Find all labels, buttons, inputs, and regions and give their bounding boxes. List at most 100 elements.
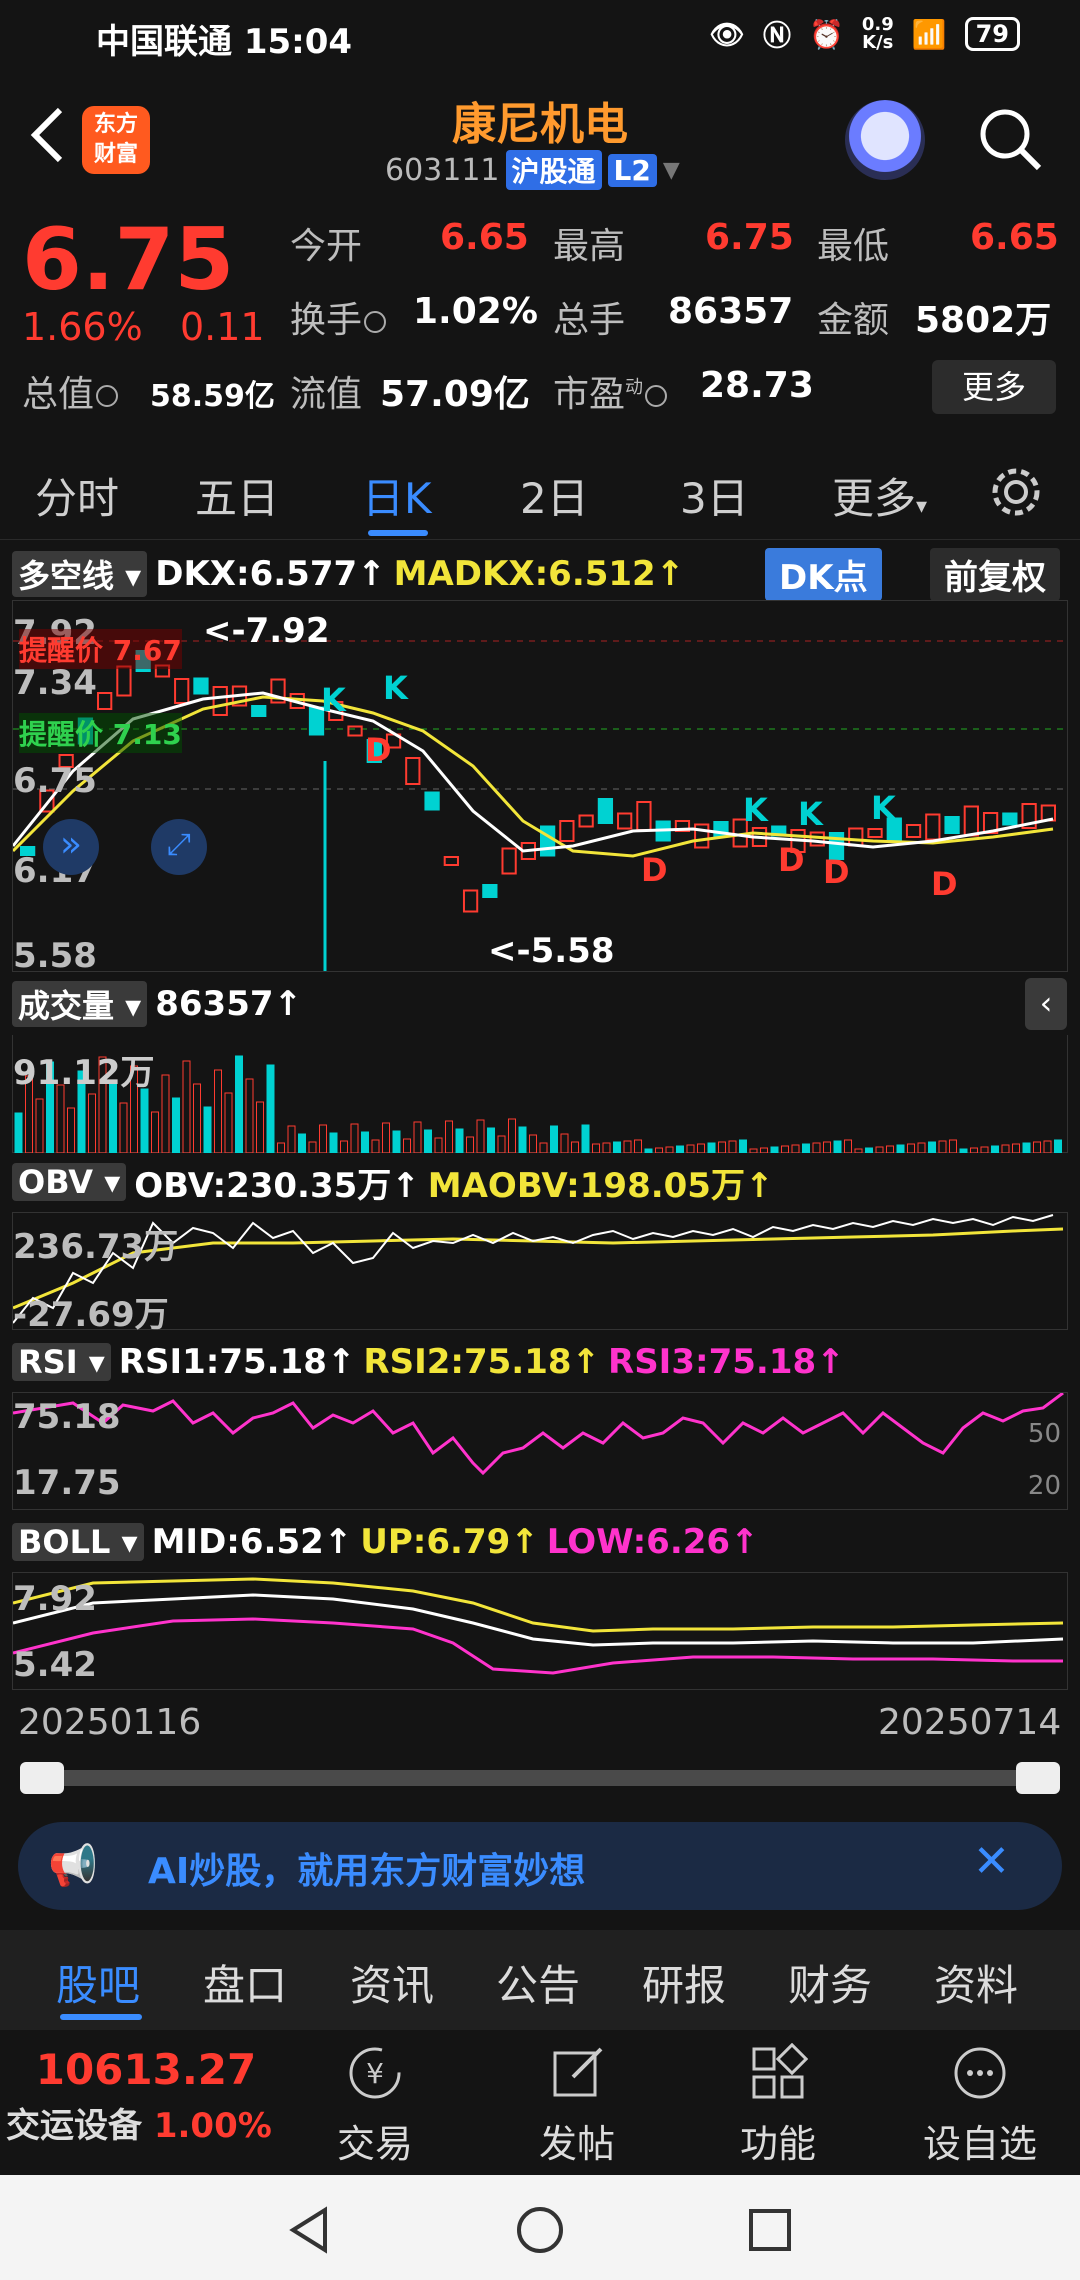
info-icon[interactable] <box>96 385 119 407</box>
tab-profile[interactable]: 资料 <box>934 1952 1018 2013</box>
tab-more[interactable]: 更多▾ <box>832 465 927 526</box>
range-handle-left[interactable] <box>20 1762 64 1794</box>
obv-indicator-select[interactable]: OBV ▾ <box>12 1163 127 1201</box>
madkx-value: MADKX:6.512↑ <box>393 554 685 594</box>
volume-bar <box>413 1121 422 1154</box>
boll-y-bottom: 5.42 <box>13 1645 97 1685</box>
alert-price-red[interactable]: 提醒价 7.67 <box>19 629 182 669</box>
range-scrollbar[interactable] <box>20 1770 1060 1786</box>
candlestick <box>540 825 556 857</box>
assistant-robot-icon[interactable] <box>845 100 925 180</box>
tab-daily-k[interactable]: 日K <box>362 465 432 526</box>
k-marker: K <box>321 681 346 719</box>
d-marker: D <box>641 851 668 889</box>
stock-code-row[interactable]: 603111 沪股通 L2 ▼ <box>385 150 680 190</box>
volume-bar <box>886 1145 894 1154</box>
expand-icon[interactable]: ⤢ <box>151 819 207 875</box>
tab-pankou[interactable]: 盘口 <box>203 1952 287 2013</box>
obv-chart[interactable]: 236.73万 -27.69万 <box>12 1212 1068 1335</box>
y-tick-558: 5.58 <box>13 936 97 976</box>
volume-bar <box>14 1112 23 1154</box>
volume-bar <box>844 1139 852 1154</box>
volume-bar <box>560 1133 569 1154</box>
gear-icon[interactable] <box>988 464 1044 520</box>
candlestick <box>944 816 960 834</box>
rsi-chart[interactable]: 75.18 17.75 50 20 <box>12 1391 1068 1510</box>
volume-bar <box>613 1141 621 1154</box>
volume-bar <box>140 1088 149 1154</box>
tab-three-day[interactable]: 3日 <box>680 465 749 526</box>
candlestick <box>905 824 922 838</box>
boll-indicator-select[interactable]: BOLL ▾ <box>12 1523 144 1561</box>
adjust-button[interactable]: 前复权 <box>930 548 1060 601</box>
more-dots-icon <box>954 2047 1006 2099</box>
dk-point-button[interactable]: DK点 <box>765 548 882 601</box>
volume-bar <box>88 1093 96 1154</box>
obv-indicator-row: OBV ▾ OBV:230.35万↑ MAOBV:198.05万↑ <box>12 1158 773 1206</box>
volume-bar <box>665 1146 674 1154</box>
info-tabs: 股吧 盘口 资讯 公告 研报 财务 资料 <box>0 1930 1080 2030</box>
mktcap-label: 总值 <box>22 365 120 417</box>
kline-chart[interactable]: 7.92 7.34 6.75 6.17 5.58 提醒价 7.67 提醒价 7.… <box>12 600 1069 976</box>
collapse-icon[interactable]: ‹ <box>1025 978 1067 1030</box>
volume-bar <box>938 1140 947 1154</box>
volume-bar <box>403 1138 411 1154</box>
volume-bar <box>917 1142 926 1154</box>
candlestick <box>405 757 421 785</box>
volume-bar <box>245 1078 254 1154</box>
volume-bar <box>35 1098 44 1154</box>
info-icon[interactable] <box>645 385 668 407</box>
pe-label: 市盈动 <box>553 365 669 417</box>
add-watchlist-button[interactable]: 设自选 <box>910 2043 1050 2168</box>
volume-bar <box>812 1142 821 1154</box>
tab-announcements[interactable]: 公告 <box>496 1952 580 2013</box>
boll-chart[interactable]: 7.92 5.42 <box>12 1572 1068 1690</box>
ai-banner[interactable]: 📢 AI炒股，就用东方财富妙想 ✕ <box>18 1822 1062 1910</box>
volume-bar <box>445 1120 453 1154</box>
trade-button[interactable]: ¥ 交易 <box>305 2043 445 2168</box>
kline-indicator-select[interactable]: 多空线 ▾ <box>12 551 148 597</box>
alert-price-green[interactable]: 提醒价 7.13 <box>19 713 182 753</box>
nav-home-icon[interactable] <box>515 2205 565 2255</box>
volume-chart[interactable]: 91.12万 <box>12 1035 1068 1154</box>
rsi-indicator-select[interactable]: RSI ▾ <box>12 1343 111 1381</box>
post-button[interactable]: 发帖 <box>507 2043 647 2168</box>
low-value: 6.65 <box>970 217 1059 258</box>
volume-indicator-select[interactable]: 成交量 ▾ <box>12 981 148 1027</box>
volume-bar <box>791 1144 800 1154</box>
stock-header: 东方 财富 康尼机电 603111 沪股通 L2 ▼ <box>0 70 1080 205</box>
rsi-y-top: 75.18 <box>13 1397 121 1437</box>
tab-news[interactable]: 资讯 <box>350 1952 434 2013</box>
max-price-label: <-7.92 <box>203 611 330 651</box>
candlestick <box>636 801 652 831</box>
float-value: 57.09亿 <box>380 374 530 415</box>
more-button[interactable]: 更多 <box>932 360 1056 414</box>
close-icon[interactable]: ✕ <box>973 1836 1010 1887</box>
tab-finance[interactable]: 财务 <box>788 1952 872 2013</box>
volume-bar <box>350 1123 359 1154</box>
range-handle-right[interactable] <box>1016 1762 1060 1794</box>
sector-index[interactable]: 10613.27 交运设备 1.00% <box>6 2045 286 2147</box>
volume-bar <box>749 1148 758 1154</box>
info-icon[interactable] <box>364 311 387 333</box>
high-label: 最高 <box>553 226 626 267</box>
volume-bar <box>959 1148 968 1154</box>
d-marker: D <box>823 853 850 891</box>
candlestick <box>597 798 614 824</box>
tab-five-day[interactable]: 五日 <box>195 465 279 526</box>
tab-two-day[interactable]: 2日 <box>520 465 589 526</box>
tab-intraday[interactable]: 分时 <box>35 465 119 526</box>
function-button[interactable]: 功能 <box>708 2042 848 2168</box>
volume-bar <box>256 1101 264 1154</box>
nav-back-icon[interactable] <box>285 2205 335 2255</box>
y-tick-675: 6.75 <box>13 761 97 801</box>
search-icon[interactable] <box>975 104 1045 174</box>
dkx-value: DKX:6.577↑ <box>155 554 386 594</box>
volume-bar <box>539 1142 548 1154</box>
tab-guba[interactable]: 股吧 <box>56 1952 140 2013</box>
play-forward-icon[interactable]: » <box>43 819 99 875</box>
tab-research[interactable]: 研报 <box>642 1952 726 2013</box>
nav-recents-icon[interactable] <box>745 2205 795 2255</box>
volume-bar <box>676 1145 684 1154</box>
float-label: 流值 <box>290 374 363 415</box>
